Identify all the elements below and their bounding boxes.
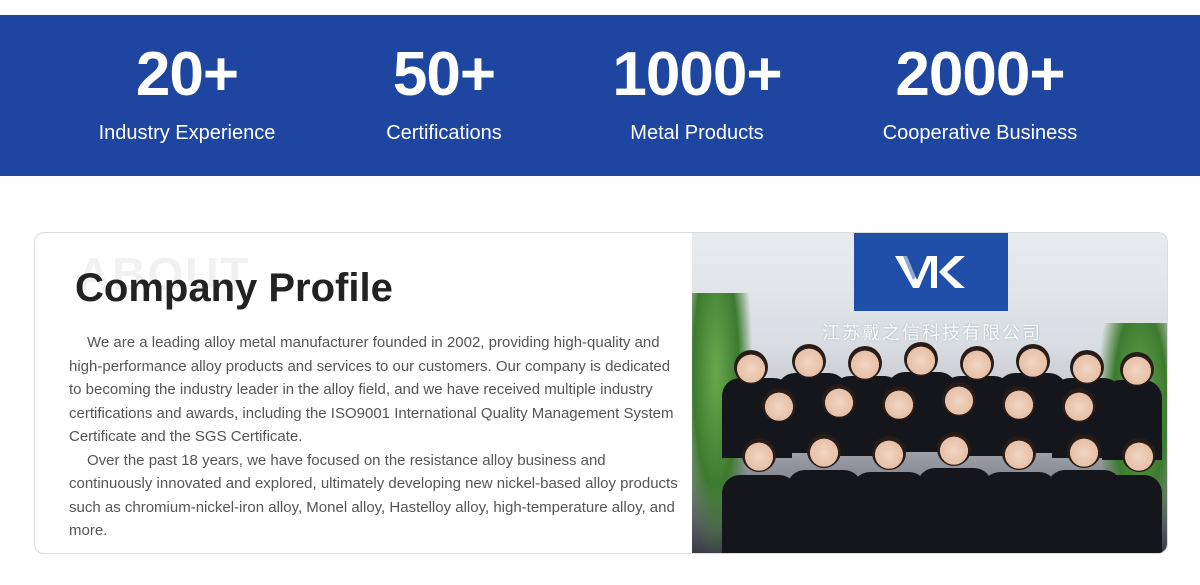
profile-paragraph: We are a leading alloy metal manufacture… (69, 334, 674, 445)
stat-label: Metal Products (630, 122, 764, 144)
stat-label: Cooperative Business (882, 122, 1078, 144)
stat-value: 2000+ (895, 40, 1065, 109)
profile-paragraph: Over the past 18 years, we have focused … (69, 451, 678, 540)
stat-label: Industry Experience (98, 122, 276, 144)
profile-text-panel: ABOUT Company Profile We are a leading a… (35, 233, 693, 553)
profile-description: We are a leading alloy metal manufacture… (69, 331, 681, 543)
vk-logo-icon (895, 256, 965, 288)
stat-value: 1000+ (612, 40, 782, 109)
company-profile-card: ABOUT Company Profile We are a leading a… (34, 232, 1168, 554)
stats-band: 20+ Industry Experience 50+ Certificatio… (0, 15, 1200, 176)
team-group (722, 338, 1162, 553)
stat-value: 20+ (135, 40, 239, 109)
team-photo: 江苏戴之信科技有限公司 (692, 233, 1167, 553)
company-logo-sign (854, 233, 1008, 311)
section-title: Company Profile (75, 266, 393, 310)
